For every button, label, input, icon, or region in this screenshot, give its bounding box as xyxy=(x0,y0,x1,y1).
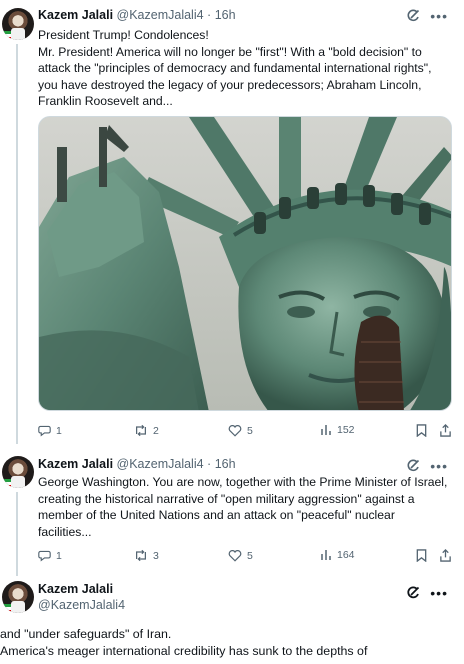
views-chart-icon xyxy=(321,425,331,435)
avatar[interactable] xyxy=(2,456,34,488)
text-line: Mr. President! America will no longer be… xyxy=(38,44,422,59)
timestamp[interactable]: 16h xyxy=(215,8,236,22)
text-line: attack the "principles of democracy and … xyxy=(38,61,432,75)
tweet-3[interactable]: Kazem Jalali @KazemJalali4 ••• and "unde… xyxy=(0,578,464,664)
author-name[interactable]: Kazem Jalali xyxy=(38,457,113,471)
text-line: facilities... xyxy=(38,524,92,539)
separator-dot: · xyxy=(207,457,212,471)
tweet-top-icons: ••• xyxy=(406,586,448,600)
views-chart-icon xyxy=(321,550,331,560)
text-line: and "under safeguards" of Iran. xyxy=(0,627,172,641)
grok-icon[interactable] xyxy=(406,9,420,23)
more-dots-icon[interactable]: ••• xyxy=(430,9,448,23)
reply-button[interactable]: 1 xyxy=(38,424,62,437)
reply-icon xyxy=(38,425,51,437)
reply-icon xyxy=(38,550,51,562)
share-button[interactable] xyxy=(439,549,452,562)
more-dots-icon[interactable]: ••• xyxy=(430,459,448,473)
tweet-header: Kazem Jalali @KazemJalali4 · 16h xyxy=(38,457,236,472)
avatar[interactable] xyxy=(2,8,34,40)
views-count: 152 xyxy=(337,424,355,436)
thread-line xyxy=(16,492,18,576)
views-button[interactable]: 152 xyxy=(320,424,355,436)
repost-icon xyxy=(136,424,146,437)
tweet-1[interactable]: Kazem Jalali @KazemJalali4 · 16h ••• Pre… xyxy=(0,0,464,444)
reply-count: 1 xyxy=(56,549,62,562)
text-line: President Trump! Condolences! xyxy=(38,28,209,42)
author-handle[interactable]: @KazemJalali4 xyxy=(117,8,204,22)
views-count: 164 xyxy=(337,549,355,561)
tweet-header: Kazem Jalali @KazemJalali4 · 16h xyxy=(38,8,236,23)
reply-count: 1 xyxy=(56,424,62,437)
views-button[interactable]: 164 xyxy=(320,549,355,561)
grok-icon[interactable] xyxy=(406,459,420,473)
author-handle[interactable]: @KazemJalali4 xyxy=(38,598,125,613)
thread-line xyxy=(16,44,18,444)
more-dots-icon[interactable]: ••• xyxy=(430,586,448,600)
text-line: George Washington. You are now, together… xyxy=(38,475,448,489)
like-button[interactable]: 5 xyxy=(228,549,253,562)
reply-button[interactable]: 1 xyxy=(38,549,62,562)
bookmark-button[interactable] xyxy=(416,549,427,562)
repost-count: 2 xyxy=(153,424,159,437)
timestamp[interactable]: 16h xyxy=(215,457,236,471)
tweet-text: George Washington. You are now, together… xyxy=(38,474,458,540)
tweet-actions: 1 2 5 152 xyxy=(38,424,458,440)
text-line: America's meager international credibili… xyxy=(0,644,368,658)
tweet-header: Kazem Jalali @KazemJalali4 xyxy=(38,582,125,613)
avatar[interactable] xyxy=(2,581,34,613)
tweet-actions: 1 3 5 164 xyxy=(38,549,458,565)
repost-button[interactable]: 3 xyxy=(134,549,159,562)
share-button[interactable] xyxy=(439,424,452,437)
bookmark-icon xyxy=(416,424,427,437)
author-handle[interactable]: @KazemJalali4 xyxy=(117,457,204,471)
tweet-top-icons: ••• xyxy=(406,9,448,23)
bookmark-icon xyxy=(416,549,427,562)
text-line: Franklin Roosevelt and... xyxy=(38,94,173,108)
tweet-image-statue-of-liberty[interactable] xyxy=(38,116,452,411)
text-line: you have destroyed the legacy of your pr… xyxy=(38,77,422,92)
author-name[interactable]: Kazem Jalali xyxy=(38,582,125,597)
like-count: 5 xyxy=(247,424,253,437)
heart-icon xyxy=(228,550,242,562)
heart-icon xyxy=(228,425,242,437)
tweet-text: and "under safeguards" of Iran. America'… xyxy=(0,626,464,660)
share-icon xyxy=(440,424,451,437)
like-button[interactable]: 5 xyxy=(228,424,253,437)
repost-button[interactable]: 2 xyxy=(134,424,159,437)
tweet-2[interactable]: Kazem Jalali @KazemJalali4 · 16h ••• Geo… xyxy=(0,450,464,576)
text-line: member of the United Nations and an atta… xyxy=(38,508,395,522)
repost-icon xyxy=(136,549,146,562)
separator-dot: · xyxy=(207,8,212,22)
like-count: 5 xyxy=(247,549,253,562)
grok-icon[interactable] xyxy=(406,586,420,600)
share-icon xyxy=(440,549,451,562)
repost-count: 3 xyxy=(153,549,159,562)
tweet-top-icons: ••• xyxy=(406,459,448,473)
tweet-text: President Trump! Condolences! Mr. Presid… xyxy=(38,27,458,110)
bookmark-button[interactable] xyxy=(416,424,427,437)
text-line: creating the historical narrative of "op… xyxy=(38,491,415,506)
author-name[interactable]: Kazem Jalali xyxy=(38,8,113,22)
